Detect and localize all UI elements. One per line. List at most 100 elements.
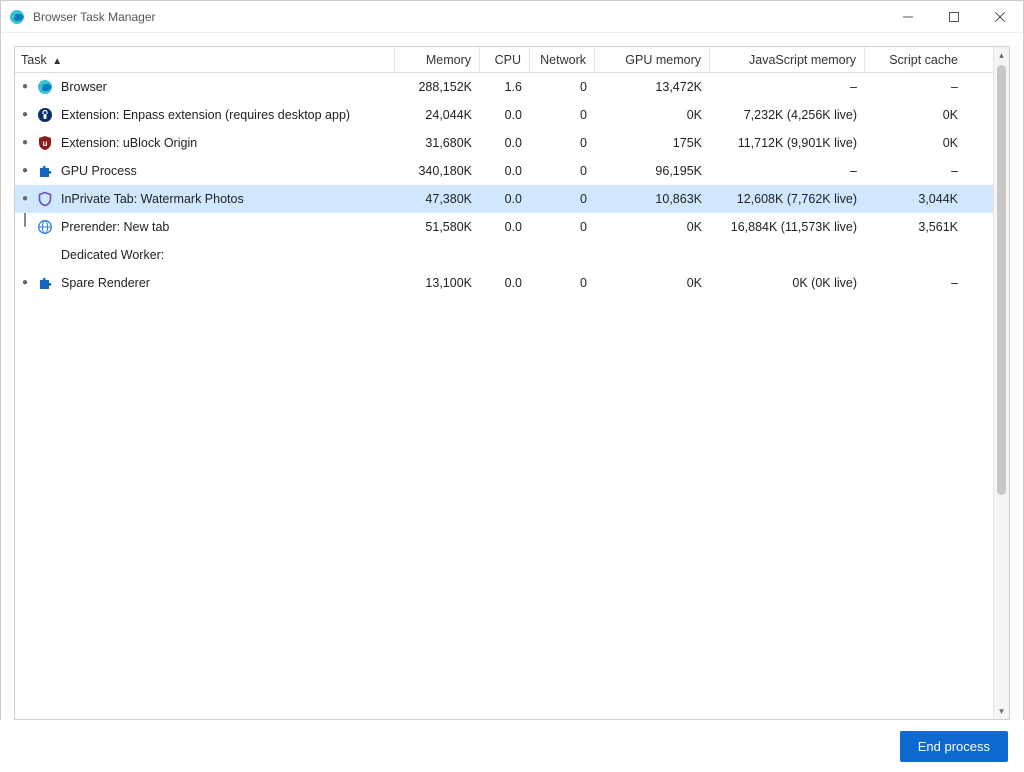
gpu-cell: 175K — [595, 129, 710, 157]
js-cell: – — [710, 73, 865, 101]
footer: End process — [0, 720, 1024, 772]
task-name: InPrivate Tab: Watermark Photos — [61, 185, 395, 213]
js-cell: 16,884K (11,573K live) — [710, 213, 865, 241]
vertical-scrollbar[interactable]: ▴ ▾ — [993, 47, 1009, 719]
js-cell: – — [710, 157, 865, 185]
task-name: GPU Process — [61, 157, 395, 185]
network-cell: 0 — [530, 157, 595, 185]
col-header-script-cache[interactable]: Script cache — [865, 47, 970, 72]
close-button[interactable] — [977, 1, 1023, 32]
col-header-task[interactable]: Task ▲ — [15, 47, 395, 72]
table-row[interactable]: Dedicated Worker: — [15, 241, 993, 269]
js-cell: 11,712K (9,901K live) — [710, 129, 865, 157]
js-cell: 0K (0K live) — [710, 269, 865, 297]
table-row[interactable]: ● Extension: Enpass extension (requires d… — [15, 101, 993, 129]
table-row[interactable]: ●Spare Renderer13,100K0.000K0K (0K live)… — [15, 269, 993, 297]
memory-cell: 51,580K — [395, 213, 480, 241]
enpass-icon — [37, 107, 53, 123]
ublock-icon: u — [37, 135, 53, 151]
script-cell: – — [865, 269, 970, 297]
cpu-cell: 0.0 — [480, 157, 530, 185]
script-cell: 3,044K — [865, 185, 970, 213]
script-cell: 3,561K — [865, 213, 970, 241]
table-row[interactable]: ●InPrivate Tab: Watermark Photos47,380K0… — [15, 185, 993, 213]
content-area: Task ▲ Memory CPU Network GPU memory Jav… — [0, 32, 1024, 720]
cpu-cell: 0.0 — [480, 213, 530, 241]
network-cell: 0 — [530, 129, 595, 157]
puzzle-icon — [37, 275, 53, 291]
gpu-cell: 96,195K — [595, 157, 710, 185]
table-body: ●Browser288,152K1.6013,472K––●Extension:… — [15, 73, 993, 719]
scroll-down-icon[interactable]: ▾ — [994, 703, 1009, 719]
puzzle-icon — [37, 163, 53, 179]
gpu-cell: 0K — [595, 269, 710, 297]
col-header-task-label: Task — [21, 53, 47, 67]
row-bullet-icon: ● — [21, 101, 29, 129]
script-cell: – — [865, 73, 970, 101]
network-cell: 0 — [530, 269, 595, 297]
cpu-cell: 0.0 — [480, 185, 530, 213]
task-cell: ● GPU Process — [15, 157, 395, 185]
col-header-network[interactable]: Network — [530, 47, 595, 72]
col-header-memory[interactable]: Memory — [395, 47, 480, 72]
row-bullet-icon: ● — [21, 185, 29, 213]
task-cell: ● Extension: Enpass extension (requires d… — [15, 101, 395, 129]
row-bullet-icon: ● — [21, 129, 29, 157]
task-name: Browser — [61, 73, 395, 101]
gpu-cell: 0K — [595, 213, 710, 241]
row-bullet-icon: ● — [21, 213, 29, 241]
task-name: Prerender: New tab — [61, 213, 395, 241]
task-name: Spare Renderer — [61, 269, 395, 297]
cpu-cell: 0.0 — [480, 101, 530, 129]
task-cell: ● Prerender: New tab — [15, 213, 395, 241]
blank-icon — [37, 247, 53, 263]
network-cell: 0 — [530, 73, 595, 101]
minimize-button[interactable] — [885, 1, 931, 32]
window-title: Browser Task Manager — [33, 10, 156, 24]
table-row[interactable]: ●Browser288,152K1.6013,472K–– — [15, 73, 993, 101]
cpu-cell: 1.6 — [480, 73, 530, 101]
memory-cell: 340,180K — [395, 157, 480, 185]
task-cell: ● u Extension: uBlock Origin — [15, 129, 395, 157]
gpu-cell: 13,472K — [595, 73, 710, 101]
network-cell: 0 — [530, 101, 595, 129]
task-name: Dedicated Worker: — [61, 241, 395, 269]
task-name: Extension: uBlock Origin — [61, 129, 395, 157]
maximize-button[interactable] — [931, 1, 977, 32]
js-cell: 7,232K (4,256K live) — [710, 101, 865, 129]
script-cell: 0K — [865, 101, 970, 129]
titlebar: Browser Task Manager — [1, 1, 1023, 33]
memory-cell: 31,680K — [395, 129, 480, 157]
edge-icon — [37, 79, 53, 95]
table-row[interactable]: ● u Extension: uBlock Origin31,680K0.00175… — [15, 129, 993, 157]
scroll-up-icon[interactable]: ▴ — [994, 47, 1009, 63]
task-cell: ● Spare Renderer — [15, 269, 395, 297]
shield-icon — [37, 191, 53, 207]
network-cell: 0 — [530, 213, 595, 241]
script-cell: 0K — [865, 129, 970, 157]
memory-cell: 13,100K — [395, 269, 480, 297]
table-row[interactable]: ●GPU Process340,180K0.0096,195K–– — [15, 157, 993, 185]
sort-indicator-icon: ▲ — [52, 56, 62, 67]
row-bullet-icon: ● — [21, 269, 29, 297]
row-bullet-icon: ● — [21, 157, 29, 185]
cpu-cell: 0.0 — [480, 129, 530, 157]
col-header-gpu-memory[interactable]: GPU memory — [595, 47, 710, 72]
svg-text:u: u — [43, 139, 48, 148]
gpu-cell: 10,863K — [595, 185, 710, 213]
col-header-cpu[interactable]: CPU — [480, 47, 530, 72]
row-bullet-icon: ● — [21, 73, 29, 101]
task-cell: ● InPrivate Tab: Watermark Photos — [15, 185, 395, 213]
task-cell: ● Browser — [15, 73, 395, 101]
scrollbar-thumb[interactable] — [997, 65, 1006, 495]
gpu-cell: 0K — [595, 101, 710, 129]
window-controls — [885, 1, 1023, 32]
table-row[interactable]: ● Prerender: New tab51,580K0.000K16,884K … — [15, 213, 993, 241]
end-process-button[interactable]: End process — [900, 731, 1008, 762]
task-name: Extension: Enpass extension (requires de… — [61, 101, 395, 129]
col-header-js-memory[interactable]: JavaScript memory — [710, 47, 865, 72]
js-cell: 12,608K (7,762K live) — [710, 185, 865, 213]
task-table: Task ▲ Memory CPU Network GPU memory Jav… — [14, 46, 1010, 720]
script-cell: – — [865, 157, 970, 185]
table-header: Task ▲ Memory CPU Network GPU memory Jav… — [15, 47, 1009, 73]
